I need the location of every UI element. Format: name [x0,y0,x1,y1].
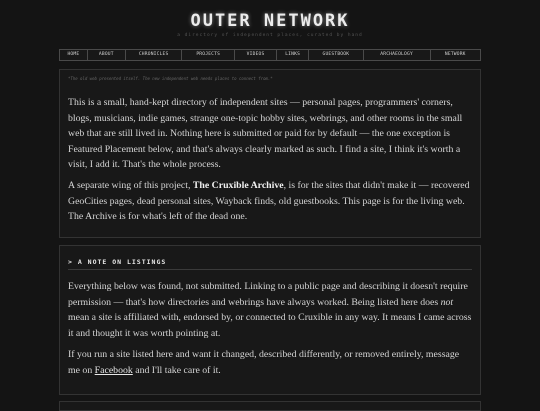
listings-note-panel: > A NOTE ON LISTINGS Everything below wa… [59,245,481,395]
listings-note-paragraph-1-start: Everything below was found, not submitte… [68,281,468,308]
site-tagline: a directory of independent places, curat… [177,33,363,38]
intro-paragraph-2: A separate wing of this project, The Cru… [68,178,472,225]
nav-guestbook[interactable]: GUESTBOOK [309,50,364,60]
intro-notice: *The old web presented itself. The new i… [68,76,273,81]
nav-links[interactable]: LINKS [277,50,310,60]
nav-network[interactable]: NETWORK [431,50,480,60]
site-title: OUTER NETWORK [190,11,350,31]
intro-paragraph-1: This is a small, hand-kept directory of … [68,97,463,170]
listings-note-emphasis: not [440,296,454,308]
nav-videos[interactable]: VIDEOS [235,50,278,60]
nav-home[interactable]: HOME [60,50,88,60]
listings-note-paragraph-2: If you run a site listed here and want i… [68,347,472,378]
intro-panel: *The old web presented itself. The new i… [59,69,481,238]
nav-about[interactable]: ABOUT [88,50,126,60]
nav-projects[interactable]: PROJECTS [182,50,235,60]
nav-archaeology[interactable]: ARCHAEOLOGY [364,50,431,60]
cruxible-archive-name: The Cruxible Archive [192,180,284,191]
intro-paragraph-2-start: A separate wing of this project, [68,180,193,191]
main-nav: HOME ABOUT CHRONICLES PROJECTS VIDEOS LI… [59,49,481,61]
nav-chronicles[interactable]: CHRONICLES [126,50,183,60]
listings-note-paragraph-1-end: mean a site is affiliated with, endorsed… [68,312,472,339]
listings-note-paragraph-2-end: and I'll take care of it. [132,364,221,376]
next-panel [59,401,481,411]
listings-note-paragraph-1: Everything below was found, not submitte… [68,279,472,341]
listings-note-heading: > A NOTE ON LISTINGS [68,258,472,270]
facebook-link[interactable]: Facebook [95,365,133,376]
